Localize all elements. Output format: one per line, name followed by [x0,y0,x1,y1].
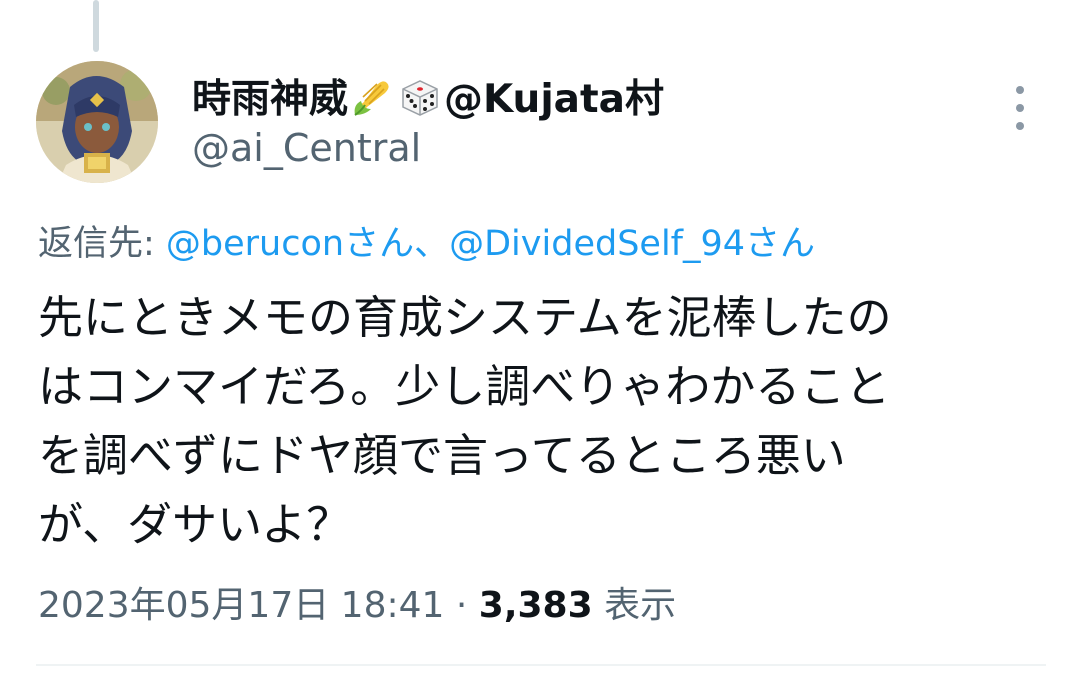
display-name: 時雨神威 [192,77,349,122]
reply-mention-link[interactable]: @beruconさん [166,224,414,264]
more-vertical-icon [1016,86,1024,94]
tweet-text-line: を調べずにドヤ顔で言ってるところ悪い [38,429,846,482]
meta-separator: · [444,585,479,626]
avatar[interactable] [36,61,158,183]
reply-mention-link[interactable]: @DividedSelf_94さん [449,224,815,264]
dice-icon [399,75,441,117]
user-handle[interactable]: @ai_Central [192,126,421,170]
reply-to-line: 返信先: @beruconさん、@DividedSelf_94さん [38,215,815,266]
divider [36,664,1046,666]
tweet-text-line: が、ダサいよ？ [38,498,352,551]
more-options-button[interactable] [1002,86,1038,130]
reply-prefix: 返信先: [38,224,166,264]
views-count[interactable]: 3,383 [479,585,593,626]
tweet-text-line: はコンマイだろ。少し調べりゃわかること [38,360,891,413]
thread-connector-line [93,0,99,52]
views-label: 表示 [592,585,677,626]
timestamp[interactable]: 2023年05月17日 18:41 [38,585,444,626]
tweet-text-line: 先にときメモの育成システムを泥棒したの [38,291,892,344]
display-name-suffix: @Kujata村 [444,77,664,122]
tweet-text: 先にときメモの育成システムを泥棒したの はコンマイだろ。少し調べりゃわかること … [38,283,1048,559]
corn-icon [351,75,393,117]
reply-separator: 、 [414,224,450,264]
tweet-meta: 2023年05月17日 18:41 · 3,383 表示 [38,576,676,628]
display-name-row[interactable]: 時雨神威 @Kujata村 [192,70,664,122]
